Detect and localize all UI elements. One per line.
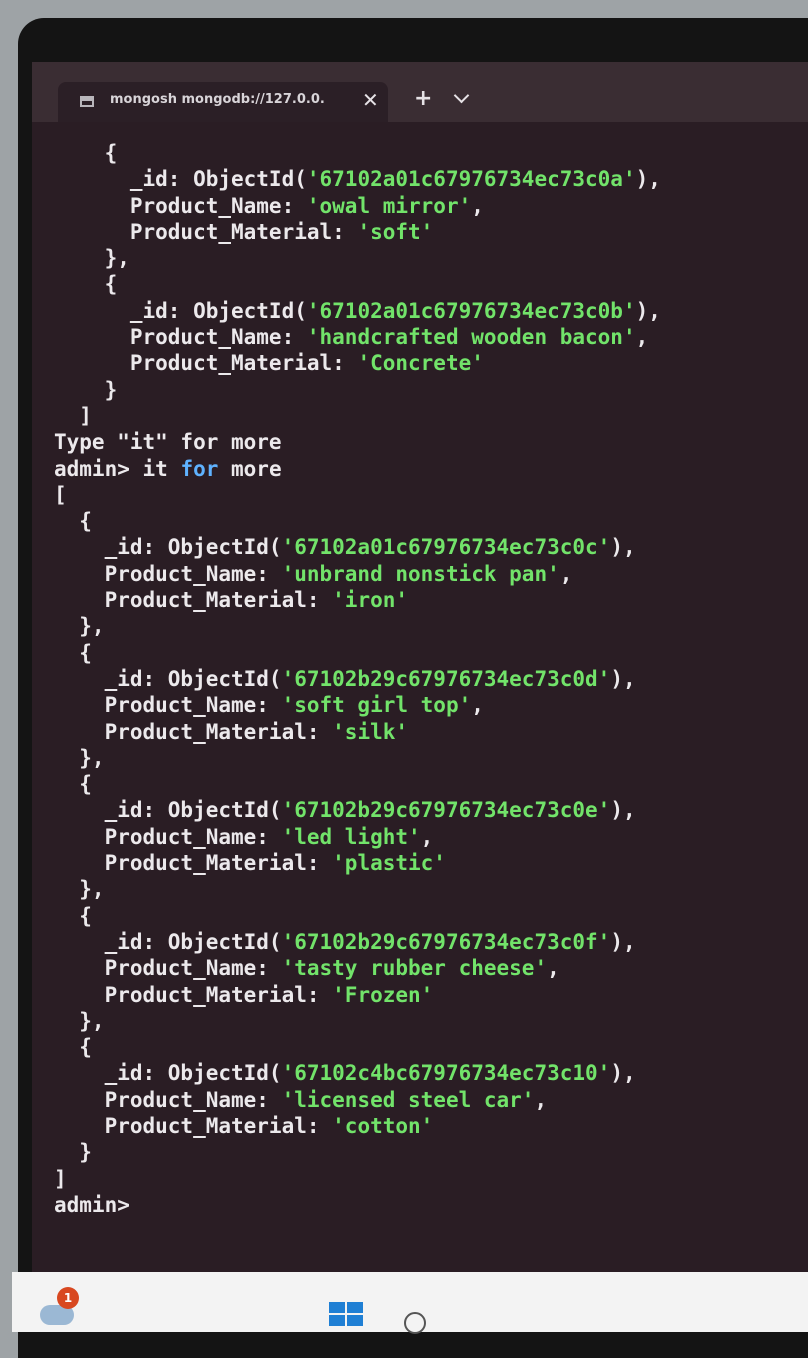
terminal-line: ] bbox=[54, 403, 92, 428]
terminal-line: }, bbox=[54, 745, 105, 770]
terminal-line: ] bbox=[54, 1166, 67, 1191]
terminal-line: Product_Name: 'soft girl top', bbox=[54, 693, 484, 718]
terminal-line: { bbox=[54, 903, 92, 928]
terminal-line: { bbox=[54, 141, 118, 165]
terminal-line: Product_Name: 'handcrafted wooden bacon'… bbox=[54, 325, 649, 350]
terminal-line: { bbox=[54, 772, 92, 797]
terminal-line: } bbox=[54, 1140, 92, 1165]
terminal-line: Product_Name: 'owal mirror', bbox=[54, 193, 484, 218]
terminal-line: _id: ObjectId('67102a01c67976734ec73c0b'… bbox=[54, 298, 661, 323]
terminal-line: Product_Material: 'soft' bbox=[54, 219, 434, 244]
terminal-line: Product_Name: 'led light', bbox=[54, 824, 434, 849]
terminal-line: _id: ObjectId('67102c4bc67976734ec73c10'… bbox=[54, 1061, 636, 1086]
windows-start-icon[interactable] bbox=[329, 1302, 363, 1326]
terminal-line: { bbox=[54, 272, 118, 297]
chevron-down-icon[interactable] bbox=[453, 87, 470, 104]
terminal-line: { bbox=[54, 509, 92, 534]
terminal-line: { bbox=[54, 640, 92, 665]
close-icon[interactable]: ✕ bbox=[362, 88, 379, 112]
terminal-line: admin> bbox=[54, 1192, 130, 1217]
terminal-line: Product_Name: 'tasty rubber cheese', bbox=[54, 956, 560, 981]
terminal-line: Product_Material: 'iron' bbox=[54, 588, 409, 613]
terminal-line: }, bbox=[54, 614, 105, 639]
terminal-line: Product_Name: 'licensed steel car', bbox=[54, 1087, 548, 1112]
terminal-line: _id: ObjectId('67102b29c67976734ec73c0f'… bbox=[54, 929, 636, 954]
terminal-line: Product_Material: 'cotton' bbox=[54, 1113, 434, 1138]
new-tab-button[interactable]: + bbox=[414, 86, 432, 111]
terminal-window: mongosh mongodb://127.0.0. ✕ + { _id: Ob… bbox=[32, 62, 808, 1272]
terminal-line: _id: ObjectId('67102b29c67976734ec73c0e'… bbox=[54, 798, 636, 823]
terminal-line: { bbox=[54, 1035, 92, 1060]
terminal-line: _id: ObjectId('67102b29c67976734ec73c0d'… bbox=[54, 666, 636, 691]
terminal-tab[interactable]: mongosh mongodb://127.0.0. ✕ bbox=[58, 82, 388, 122]
terminal-line: }, bbox=[54, 1008, 105, 1033]
terminal-line: }, bbox=[54, 877, 105, 902]
terminal-line: Product_Material: 'plastic' bbox=[54, 851, 446, 876]
terminal-line: Product_Name: 'unbrand nonstick pan', bbox=[54, 561, 573, 586]
search-icon[interactable] bbox=[404, 1312, 426, 1334]
terminal-line: Product_Material: 'Concrete' bbox=[54, 351, 484, 376]
terminal-line: Product_Material: 'Frozen' bbox=[54, 982, 434, 1007]
terminal-line: [ bbox=[54, 482, 67, 507]
notification-badge: 1 bbox=[57, 1287, 79, 1309]
terminal-line: _id: ObjectId('67102a01c67976734ec73c0a'… bbox=[54, 167, 661, 192]
terminal-line: _id: ObjectId('67102a01c67976734ec73c0c'… bbox=[54, 535, 636, 560]
terminal-line: } bbox=[54, 377, 118, 402]
terminal-icon bbox=[80, 96, 94, 107]
terminal-line: Product_Material: 'silk' bbox=[54, 719, 409, 744]
terminal-line: Type "it" for more bbox=[54, 430, 282, 455]
terminal-line: }, bbox=[54, 246, 130, 271]
terminal-output[interactable]: { _id: ObjectId('67102a01c67976734ec73c0… bbox=[54, 140, 808, 1272]
tab-title: mongosh mongodb://127.0.0. bbox=[110, 92, 325, 107]
terminal-line: admin> it for more bbox=[54, 456, 282, 481]
title-bar: mongosh mongodb://127.0.0. ✕ + bbox=[32, 62, 808, 122]
